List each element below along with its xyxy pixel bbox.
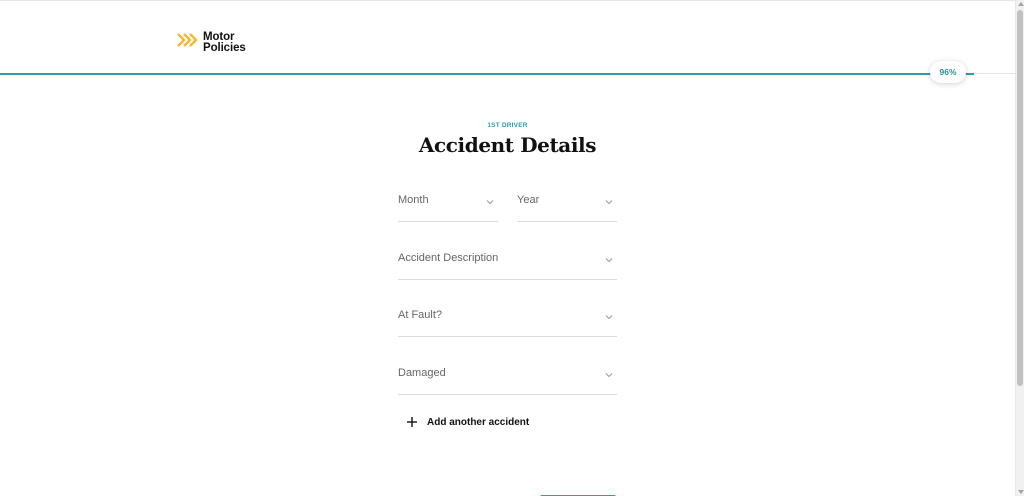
- scroll-down-arrow-icon[interactable]: [1018, 490, 1024, 494]
- logo-line-1: Motor: [203, 31, 235, 43]
- driver-eyebrow: 1ST DRIVER: [487, 122, 528, 129]
- at-fault-select[interactable]: At Fault?: [398, 309, 617, 337]
- page: Motor Policies 96% 1ST DRIVER Accident D…: [0, 0, 1015, 496]
- chevron-down-icon: [486, 198, 494, 206]
- progress-badge: 96%: [930, 61, 966, 83]
- at-fault-label: At Fault?: [398, 309, 443, 321]
- logo[interactable]: Motor Policies: [176, 31, 246, 54]
- month-select[interactable]: Month: [398, 194, 498, 222]
- chevron-down-icon: [605, 198, 613, 206]
- add-another-accident-button[interactable]: Add another accident: [405, 415, 529, 429]
- damaged-select[interactable]: Damaged: [398, 367, 617, 395]
- year-select-label: Year: [517, 194, 540, 206]
- double-chevron-right-icon: [176, 31, 202, 54]
- page-title: Accident Details: [418, 133, 597, 157]
- accident-description-label: Accident Description: [398, 252, 499, 264]
- plus-icon: [405, 415, 419, 429]
- year-select[interactable]: Year: [517, 194, 617, 222]
- scrollbar-thumb[interactable]: [1017, 10, 1023, 386]
- add-another-accident-label: Add another accident: [427, 416, 530, 428]
- progress-bar-fill: [0, 73, 975, 75]
- damaged-label: Damaged: [398, 367, 446, 379]
- logo-text: Motor Policies: [203, 32, 246, 53]
- logo-line-2: Policies: [203, 41, 246, 54]
- accident-description-select[interactable]: Accident Description: [398, 252, 617, 280]
- scroll-up-arrow-icon[interactable]: [1018, 2, 1024, 6]
- chevron-down-icon: [605, 256, 613, 264]
- chevron-down-icon: [605, 371, 613, 379]
- month-select-label: Month: [398, 194, 429, 206]
- chevron-down-icon: [605, 313, 613, 321]
- page-scrollbar[interactable]: [1015, 0, 1024, 496]
